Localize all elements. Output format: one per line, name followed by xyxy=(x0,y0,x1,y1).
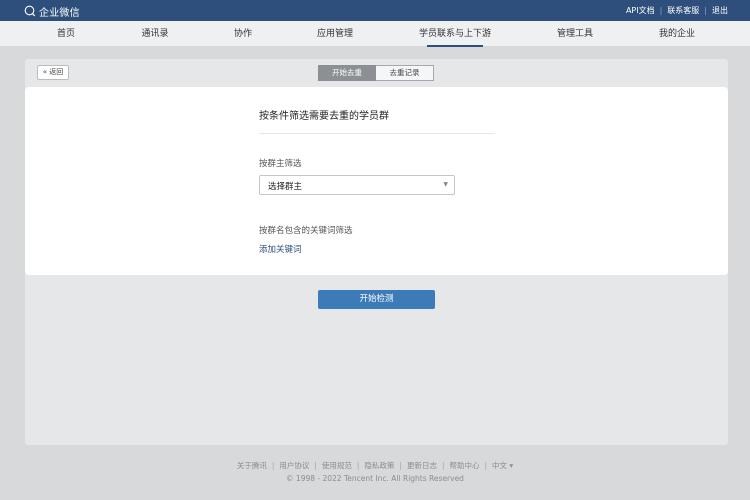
separator: | xyxy=(704,6,707,15)
separator: | xyxy=(356,461,360,470)
keyword-filter-label: 按群名包含的关键词筛选 xyxy=(259,226,353,236)
separator: | xyxy=(441,461,445,470)
nav-management-tools[interactable]: 管理工具 xyxy=(557,21,593,47)
copyright: © 1998 - 2022 Tencent Inc. All Rights Re… xyxy=(286,474,464,483)
back-button[interactable]: « 返回 xyxy=(37,65,69,80)
form-title: 按条件筛选需要去重的学员群 xyxy=(259,111,389,122)
nav-collaboration[interactable]: 协作 xyxy=(234,21,252,47)
logo-text: 企业微信 xyxy=(39,7,80,19)
main-panel: « 返回 开始去重 去重记录 按条件筛选需要去重的学员群 按群主筛选 选择群主 … xyxy=(25,59,728,445)
filter-card: 按条件筛选需要去重的学员群 按群主筛选 选择群主 ▼ 按群名包含的关键词筛选 添… xyxy=(25,87,728,275)
contact-support-link[interactable]: 联系客服 xyxy=(667,5,699,16)
nav-my-enterprise[interactable]: 我的企业 xyxy=(659,21,695,47)
tab-start-dedup[interactable]: 开始去重 xyxy=(318,65,376,81)
logout-link[interactable]: 退出 xyxy=(712,5,728,16)
top-bar: 企业微信 API文档 | 联系客服 | 退出 xyxy=(0,0,750,21)
separator: | xyxy=(659,6,663,15)
nav-student-contacts[interactable]: 学员联系与上下游 xyxy=(419,21,491,47)
separator: | xyxy=(271,461,275,470)
separator: | xyxy=(314,461,317,470)
language-selector[interactable]: 中文 ▾ xyxy=(492,461,513,470)
wecom-logo-icon xyxy=(24,5,35,17)
owner-filter-label: 按群主筛选 xyxy=(259,159,302,169)
owner-select[interactable]: 选择群主 ▼ xyxy=(259,175,455,195)
footer-link-about[interactable]: 关于腾讯 xyxy=(237,461,267,470)
divider xyxy=(259,133,495,134)
owner-select-value: 选择群主 xyxy=(268,182,303,192)
start-detection-button[interactable]: 开始检测 xyxy=(318,290,435,309)
footer-link-changelog[interactable]: 更新日志 xyxy=(407,461,437,470)
footer-link-help[interactable]: 帮助中心 xyxy=(449,461,479,470)
nav-app-management[interactable]: 应用管理 xyxy=(317,21,353,47)
dropdown-arrow-icon: ▼ xyxy=(443,181,448,188)
footer-link-usage-rules[interactable]: 使用规范 xyxy=(322,461,352,470)
nav-home[interactable]: 首页 xyxy=(57,21,75,47)
footer-link-user-agreement[interactable]: 用户协议 xyxy=(279,461,309,470)
tab-group: 开始去重 去重记录 xyxy=(318,65,434,81)
separator: | xyxy=(484,461,488,470)
footer-links: 关于腾讯 | 用户协议 | 使用规范 | 隐私政策 | 更新日志 | 帮助中心 | 中文 ▾ xyxy=(0,460,750,471)
api-docs-link[interactable]: API文档 xyxy=(626,5,655,16)
add-keyword-link[interactable]: 添加关键词 xyxy=(259,243,302,255)
main-nav: 首页 通讯录 协作 应用管理 学员联系与上下游 管理工具 我的企业 xyxy=(0,21,750,47)
logo[interactable]: 企业微信 xyxy=(24,4,80,19)
tab-dedup-records[interactable]: 去重记录 xyxy=(376,65,434,81)
footer-link-privacy[interactable]: 隐私政策 xyxy=(364,461,394,470)
top-links: API文档 | 联系客服 | 退出 xyxy=(626,5,728,16)
separator: | xyxy=(399,461,402,470)
nav-contacts[interactable]: 通讯录 xyxy=(141,21,168,47)
